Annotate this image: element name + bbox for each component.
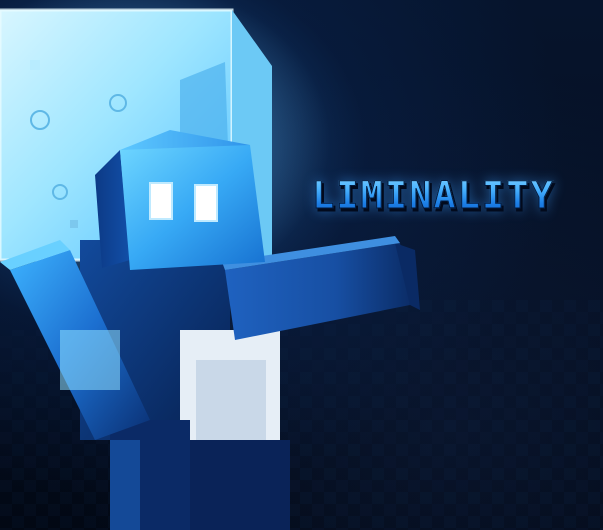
game-cover-art: LIMINALITY: [0, 0, 603, 530]
game-title-logo: LIMINALITY: [312, 166, 572, 226]
character-artwork: [0, 0, 603, 530]
